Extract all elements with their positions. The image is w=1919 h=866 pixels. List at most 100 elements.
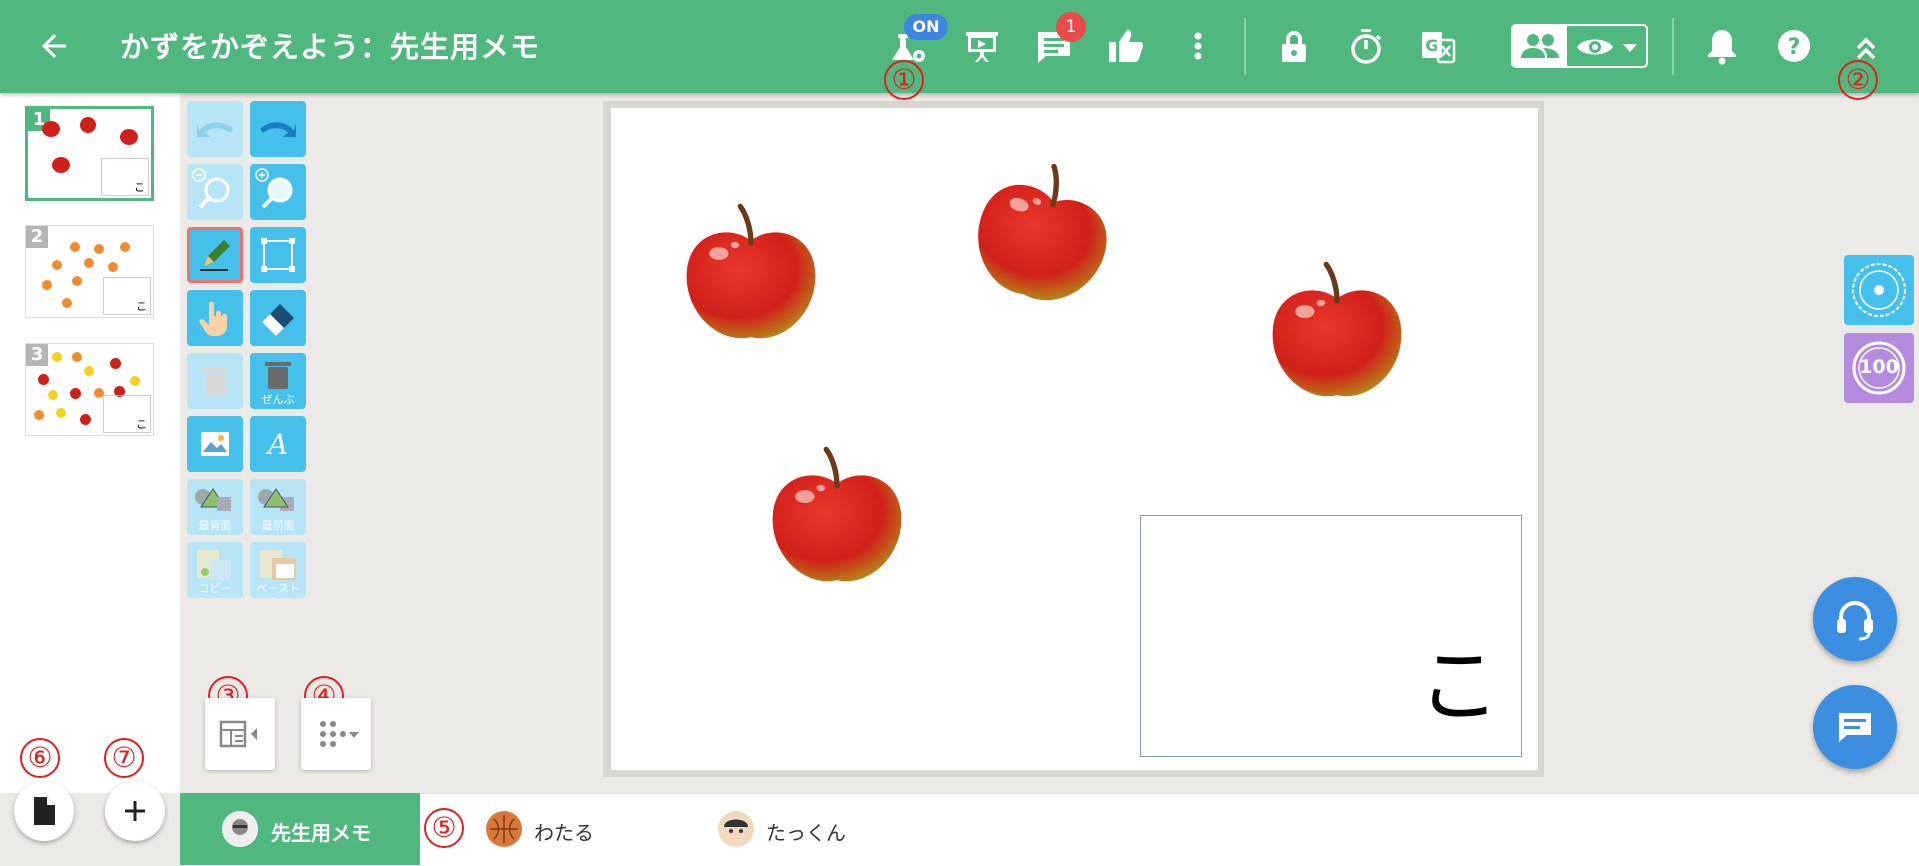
score-button[interactable]: 100 xyxy=(1844,333,1914,403)
undo-icon xyxy=(197,122,233,137)
tool-label: ぜんぶ xyxy=(261,393,295,406)
tool-label: ペースト xyxy=(256,582,300,595)
annotation-marker-7: ⑦ xyxy=(104,738,148,778)
stamp-icon xyxy=(1852,263,1906,317)
student-avatar xyxy=(486,811,522,847)
hand-icon xyxy=(199,301,227,336)
pencil-icon xyxy=(200,240,230,271)
bring-to-front-button[interactable]: 最前面 xyxy=(250,479,306,535)
image-icon xyxy=(201,432,229,456)
slide-number: 3 xyxy=(26,344,48,366)
help-icon: ? xyxy=(1778,30,1810,62)
student-tab-wataru[interactable]: わたる xyxy=(480,793,700,865)
redo-icon xyxy=(260,122,296,137)
slide-thumbnail-2[interactable]: 2 こ xyxy=(25,225,154,318)
redo-button[interactable] xyxy=(250,101,306,157)
student-tab-teacher-memo[interactable]: 先生用メモ xyxy=(180,793,420,865)
more-button[interactable] xyxy=(1178,26,1218,66)
arrow-left-icon xyxy=(42,34,66,58)
presentation-icon xyxy=(966,32,998,62)
lock-button[interactable] xyxy=(1274,26,1314,66)
timer-icon xyxy=(1351,29,1382,64)
slide-thumbnail-1[interactable]: 1 こ xyxy=(25,106,154,201)
delete-button[interactable] xyxy=(187,353,243,409)
message-count-badge: 1 xyxy=(1056,12,1086,42)
add-page-button[interactable] xyxy=(105,781,165,841)
thumbs-up-icon xyxy=(1109,30,1143,62)
trash-icon xyxy=(202,368,228,395)
more-vert-icon xyxy=(1194,32,1202,60)
paste-button[interactable]: ペースト xyxy=(250,542,306,598)
annotation-marker-1: ① xyxy=(884,60,928,100)
undo-button[interactable] xyxy=(187,101,243,157)
student-avatar xyxy=(718,811,754,847)
student-name: わたる xyxy=(534,821,594,845)
pen-tool-button[interactable] xyxy=(187,227,243,283)
presentation-button[interactable] xyxy=(962,26,1002,66)
student-name: たっくん xyxy=(766,821,846,845)
slide-number: 2 xyxy=(26,226,48,248)
tool-label: 最背面 xyxy=(198,519,232,532)
stamp-button[interactable] xyxy=(1844,255,1914,325)
translate-toggle-button[interactable]: G xyxy=(1418,26,1458,66)
svg-text:A: A xyxy=(265,428,288,461)
view-all-users-button[interactable] xyxy=(1513,26,1567,66)
zoom-in-icon xyxy=(255,168,293,209)
eraser-tool-button[interactable] xyxy=(250,290,306,346)
slide-thumbnail-3[interactable]: 3 こ xyxy=(25,343,154,436)
bell-icon xyxy=(1708,30,1736,65)
eye-icon xyxy=(1577,39,1637,55)
teacher-avatar xyxy=(222,811,258,847)
page-title: かずをかぞえよう：先生用メモ xyxy=(120,30,541,64)
feedback-button[interactable] xyxy=(1813,685,1897,769)
timer-button[interactable] xyxy=(1346,26,1386,66)
thumbnail-answer-label: こ xyxy=(134,181,145,194)
send-to-back-button[interactable]: 最背面 xyxy=(187,479,243,535)
new-page-button[interactable] xyxy=(14,781,74,841)
layout-panel-button[interactable] xyxy=(205,698,275,770)
dots-menu-icon xyxy=(320,721,359,747)
notifications-button[interactable] xyxy=(1702,26,1742,66)
on-badge: ON xyxy=(904,14,948,40)
plus-icon xyxy=(125,801,145,821)
zoom-out-button[interactable] xyxy=(187,164,243,220)
like-button[interactable] xyxy=(1106,26,1146,66)
zoom-in-button[interactable] xyxy=(250,164,306,220)
view-mode-selector[interactable] xyxy=(1511,24,1648,68)
insert-image-button[interactable] xyxy=(187,416,243,472)
annotation-marker-5: ⑤ xyxy=(424,808,468,848)
back-button[interactable] xyxy=(36,28,72,64)
support-button[interactable] xyxy=(1813,577,1897,661)
tool-label: 最前面 xyxy=(261,519,295,532)
insert-text-button[interactable]: A xyxy=(250,416,306,472)
file-icon xyxy=(34,797,55,825)
student-layout-dropdown[interactable] xyxy=(301,698,371,770)
select-rect-icon xyxy=(261,238,295,272)
message-icon xyxy=(1839,713,1871,742)
layout-panel-icon xyxy=(219,720,257,748)
header-divider xyxy=(1672,18,1674,75)
headset-icon xyxy=(1837,601,1873,641)
svg-text:?: ? xyxy=(1788,35,1801,60)
thumbnail-answer-label: こ xyxy=(136,418,147,431)
copy-button[interactable]: コピー xyxy=(187,542,243,598)
header-divider xyxy=(1244,18,1246,75)
eraser-icon xyxy=(262,304,294,336)
svg-text:G: G xyxy=(1425,36,1438,55)
delete-all-button[interactable]: ぜんぶ xyxy=(250,353,306,409)
apple-image[interactable] xyxy=(762,443,912,593)
apple-image[interactable] xyxy=(676,200,826,350)
select-tool-button[interactable] xyxy=(250,227,306,283)
answer-unit-text: こ xyxy=(1418,639,1501,734)
pointer-tool-button[interactable] xyxy=(187,290,243,346)
text-icon: A xyxy=(265,428,288,461)
student-tab-takkun[interactable]: たっくん xyxy=(712,793,932,865)
people-icon xyxy=(1521,34,1559,58)
help-button[interactable]: ? xyxy=(1774,26,1814,66)
view-visibility-dropdown[interactable] xyxy=(1573,32,1643,62)
student-name: 先生用メモ xyxy=(271,821,371,845)
thumbnail-answer-label: こ xyxy=(136,300,147,313)
apple-image[interactable] xyxy=(1262,258,1412,408)
translate-off-icon: G xyxy=(1422,32,1456,64)
lock-icon xyxy=(1282,31,1306,62)
